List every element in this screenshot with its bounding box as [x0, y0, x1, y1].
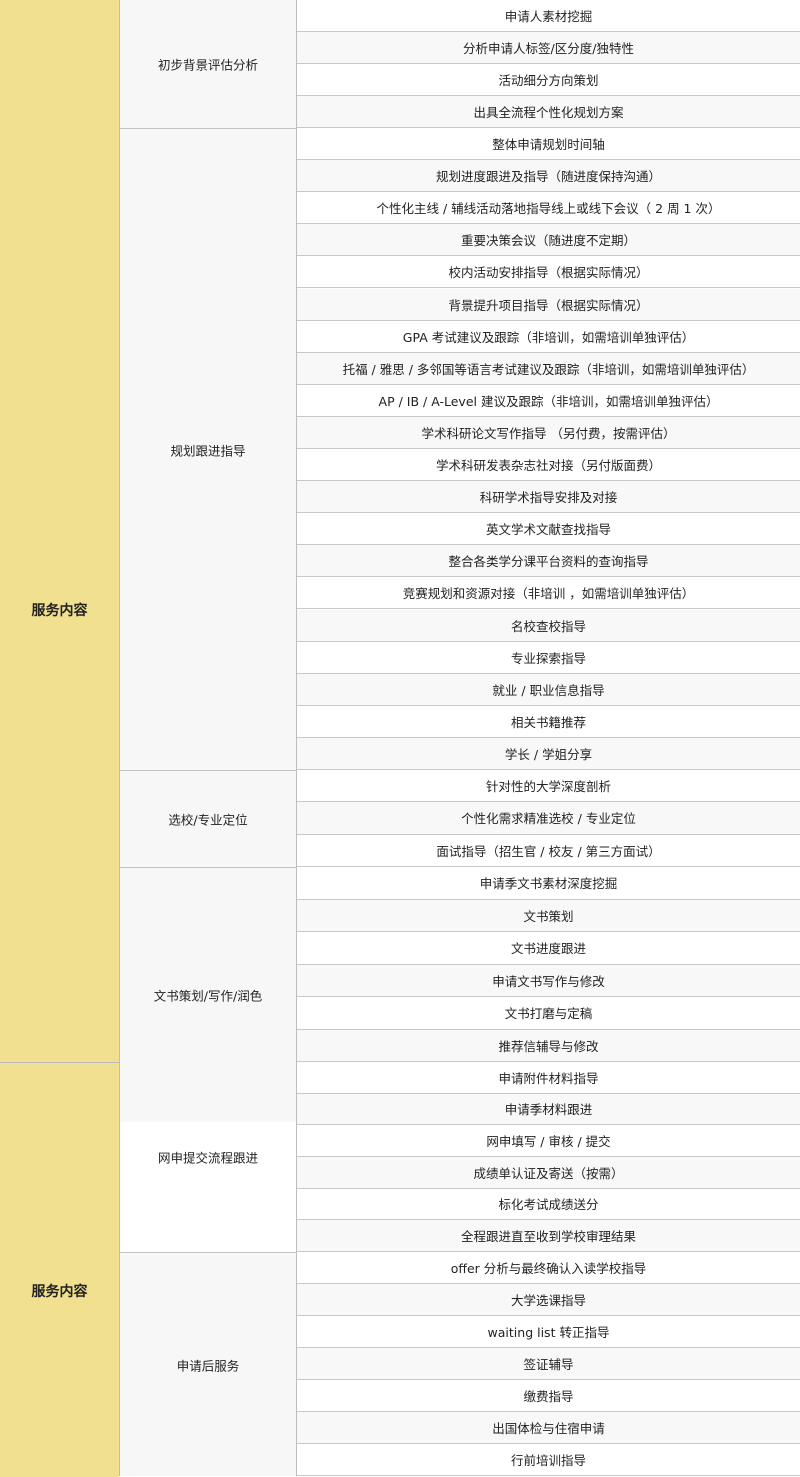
service-item: 面试指导（招生官 / 校友 / 第三方面试）: [297, 835, 800, 867]
service-item: 申请季材料跟进: [297, 1093, 800, 1126]
service-item: 背景提升项目指导（根据实际情况）: [297, 288, 800, 321]
service-item: 校内活动安排指导（根据实际情况）: [297, 256, 800, 289]
service-item: 申请文书写作与修改: [297, 964, 800, 997]
service-item: 学术科研论文写作指导 （另付费，按需评估）: [297, 416, 800, 449]
service-item: 标化考试成绩送分: [297, 1189, 800, 1221]
service-item: 专业探索指导: [297, 642, 800, 674]
service-item: 个性化需求精准选校 / 专业定位: [297, 802, 800, 835]
section-label: 选校/专业定位: [168, 812, 248, 828]
section-online-application: 网申提交流程跟进: [120, 1062, 296, 1252]
section-post-application: 申请后服务: [120, 1253, 296, 1476]
service-item: 全程跟进直至收到学校审理结果: [297, 1220, 800, 1252]
service-item: waiting list 转正指导: [297, 1316, 800, 1348]
service-item: 行前培训指导: [297, 1444, 800, 1476]
category-label-top: 服务内容: [31, 603, 88, 619]
service-item: 文书策划: [297, 899, 800, 932]
service-item: 分析申请人标签/区分度/独特性: [297, 32, 800, 64]
service-item: offer 分析与最终确认入读学校指导: [297, 1252, 800, 1284]
service-item: 文书打磨与定稿: [297, 997, 800, 1030]
service-item: 针对性的大学深度剖析: [297, 770, 800, 803]
service-item: 申请附件材料指导: [297, 1062, 800, 1094]
service-item: 规划进度跟进及指导（随进度保持沟通）: [297, 160, 800, 193]
service-item: 申请季文书素材深度挖掘: [297, 867, 800, 900]
service-item: 成绩单认证及寄送（按需）: [297, 1157, 800, 1189]
service-item: 名校查校指导: [297, 609, 800, 642]
service-item: 英文学术文献查找指导: [297, 513, 800, 546]
service-item: 签证辅导: [297, 1348, 800, 1380]
category-column-top: [0, 0, 119, 1062]
service-item: 网申填写 / 审核 / 提交: [297, 1125, 800, 1157]
service-item: 缴费指导: [297, 1380, 800, 1412]
service-item: 活动细分方向策划: [297, 64, 800, 96]
section-label: 文书策划/写作/润色: [153, 988, 263, 1004]
service-item: 学术科研发表杂志社对接（另付版面费）: [297, 449, 800, 482]
service-item: 学长 / 学姐分享: [297, 737, 800, 770]
service-item: 重要决策会议（随进度不定期）: [297, 224, 800, 257]
service-item: 整体申请规划时间轴: [297, 128, 800, 161]
section-school-positioning: 选校/专业定位: [120, 771, 296, 867]
service-item: 就业 / 职业信息指导: [297, 673, 800, 706]
service-item: 出国体检与住宿申请: [297, 1412, 800, 1444]
service-item: 大学选课指导: [297, 1284, 800, 1316]
section-planning-guidance: 规划跟进指导: [120, 129, 296, 770]
service-item: 相关书籍推荐: [297, 706, 800, 738]
category-column-bottom: [0, 1062, 119, 1477]
service-item: 出具全流程个性化规划方案: [297, 96, 800, 128]
section-label: 网申提交流程跟进: [157, 1150, 258, 1166]
section-label: 初步背景评估分析: [157, 57, 258, 73]
service-item: 竞赛规划和资源对接（非培训 ，如需培训单独评估）: [297, 577, 800, 610]
section-label: 规划跟进指导: [170, 443, 246, 458]
section-label: 申请后服务: [176, 1358, 240, 1373]
section-initial-assessment: 初步背景评估分析: [120, 0, 296, 128]
service-item: 申请人素材挖掘: [297, 0, 800, 32]
service-item: 文书进度跟进: [297, 932, 800, 965]
service-item: 托福 / 雅思 / 多邻国等语言考试建议及跟踪（非培训，如需培训单独评估）: [297, 352, 800, 385]
service-item: 推荐信辅导与修改: [297, 1029, 800, 1062]
service-item: 科研学术指导安排及对接: [297, 481, 800, 514]
service-item: 整合各类学分课平台资料的查询指导: [297, 545, 800, 578]
category-label-bottom: 服务内容: [31, 1284, 88, 1300]
service-item: AP / IB / A-Level 建议及跟踪（非培训，如需培训单独评估）: [297, 385, 800, 417]
service-item: 个性化主线 / 辅线活动落地指导线上或线下会议（ 2 周 1 次）: [297, 192, 800, 225]
service-item: GPA 考试建议及跟踪（非培训，如需培训单独评估）: [297, 321, 800, 353]
